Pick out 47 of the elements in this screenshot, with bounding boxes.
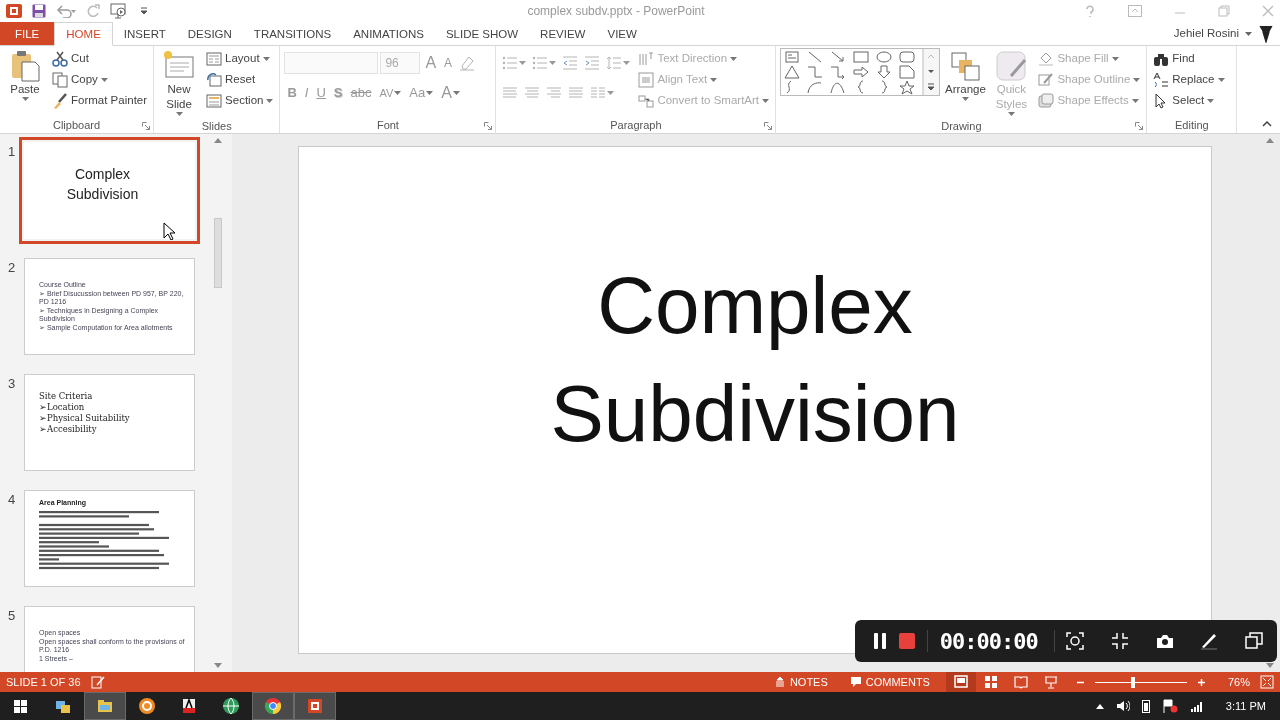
clock[interactable]: 3:11 PM xyxy=(1225,697,1266,715)
ribbon-button[interactable]: Layout xyxy=(204,48,276,69)
slide-thumbnail[interactable]: Site Criteria ➢Location ➢Physical Suitability ➢Accesibility xyxy=(24,374,195,471)
thumbnail-text: ➢Location xyxy=(39,402,86,413)
group-label: Editing xyxy=(1174,118,1210,133)
user-name[interactable]: Jehiel Rosini xyxy=(1173,24,1239,43)
ribbon-tab[interactable]: VIEW xyxy=(596,22,648,45)
thumbnail-title: Site Criteria xyxy=(39,391,94,402)
ribbon-tab[interactable]: SLIDE SHOW xyxy=(434,22,530,45)
slide-number: 5 xyxy=(8,607,17,625)
ribbon-button[interactable]: Cut xyxy=(50,48,150,69)
ribbon-button[interactable]: Replace xyxy=(1151,69,1227,90)
ribbon-tab[interactable]: REVIEW xyxy=(529,22,597,45)
ribbon-tab[interactable]: TRANSITIONS xyxy=(242,22,343,45)
thumbnail-text: ➢Physical Suitability xyxy=(39,413,131,424)
ribbon-button[interactable]: Paste xyxy=(4,48,46,103)
ribbon-tab[interactable]: ANIMATIONS xyxy=(342,22,435,45)
ribbon-tab[interactable]: INSERT xyxy=(112,22,177,45)
ribbon-button[interactable]: Arrange xyxy=(944,48,987,103)
group-label: Paragraph xyxy=(609,118,663,133)
comments-button[interactable]: COMMENTS xyxy=(843,672,936,692)
slide-number: 1 xyxy=(8,143,17,161)
thumbnail-title: Complex Subdivision xyxy=(65,164,140,204)
slide-title: Complex Subdivision xyxy=(549,260,961,460)
notes-button[interactable]: NOTES xyxy=(767,672,834,692)
zoom-level[interactable]: 76% xyxy=(1227,673,1250,691)
ribbon-button[interactable]: Copy xyxy=(50,69,150,90)
slide-number: 3 xyxy=(8,375,17,393)
ribbon-button[interactable]: Section xyxy=(204,90,276,111)
ribbon-button[interactable]: Find xyxy=(1151,48,1227,69)
group-label: Drawing xyxy=(940,119,983,134)
slide-number: 2 xyxy=(8,259,17,277)
recording-timer: 00:00:00 xyxy=(939,627,1038,656)
window-title: complex subdv.pptx - PowerPoint xyxy=(526,3,706,20)
ribbon-tab[interactable]: HOME xyxy=(54,22,113,46)
ribbon-button[interactable]: New Slide xyxy=(158,48,201,118)
ribbon-button[interactable]: Format Painter xyxy=(50,90,150,111)
ribbon-button[interactable]: Select xyxy=(1151,90,1227,111)
group-label: Font xyxy=(375,118,400,133)
slide-counter: SLIDE 1 OF 36 xyxy=(6,674,81,690)
ribbon-tab[interactable]: DESIGN xyxy=(176,22,243,45)
ribbon-tab[interactable]: FILE xyxy=(0,22,55,45)
group-label: Slides xyxy=(200,119,233,134)
thumbnail-text: ➢Accesibility xyxy=(39,424,98,435)
slide-number: 4 xyxy=(8,491,17,509)
group-label: Clipboard xyxy=(52,118,102,133)
ribbon-button[interactable]: Reset xyxy=(204,69,276,90)
